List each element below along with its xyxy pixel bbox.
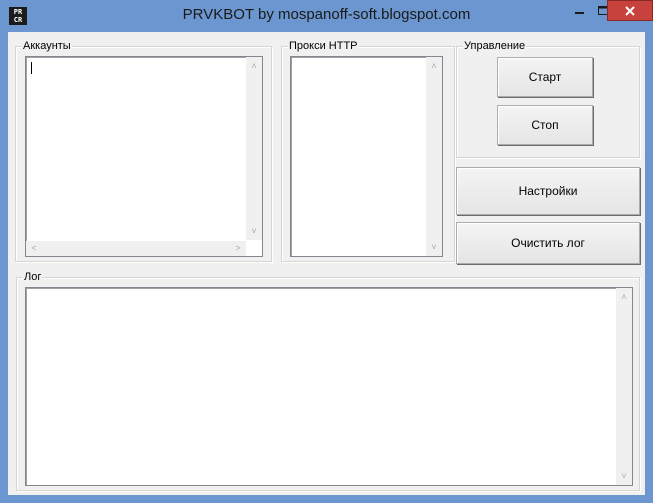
scroll-up-icon[interactable]: ˄ [616,292,632,302]
scroll-up-icon[interactable]: ˄ [426,61,442,71]
scroll-up-icon[interactable]: ˄ [246,61,262,71]
scroll-down-icon[interactable]: ˅ [616,471,632,481]
minimize-button[interactable] [567,0,592,22]
minimize-icon [574,12,584,14]
scroll-down-icon[interactable]: ˅ [426,242,442,252]
close-icon [625,5,635,16]
accounts-horizontal-scrollbar[interactable]: ˂ ˃ [26,241,246,256]
control-group: Управление Старт Стоп [456,39,640,158]
log-group: Лог ˄ ˅ [16,270,640,491]
proxy-group-label: Прокси HTTP [288,39,359,53]
proxy-group: Прокси HTTP ˄ ˅ [281,39,455,262]
log-textbox[interactable]: ˄ ˅ [25,287,633,486]
stop-button[interactable]: Стоп [497,105,593,145]
scroll-right-icon[interactable]: ˃ [230,243,246,253]
app-window: PR CR PRVKBOT by mospanoff-soft.blogspot… [0,0,653,503]
accounts-vertical-scrollbar[interactable]: ˄ ˅ [246,57,262,240]
accounts-group-label: Аккаунты [22,39,72,53]
accounts-group: Аккаунты ˄ ˅ ˂ ˃ [15,39,272,262]
settings-button[interactable]: Настройки [456,167,640,215]
client-area: Аккаунты ˄ ˅ ˂ ˃ Прокси HTTP ˄ ˅ Управле… [8,32,645,495]
proxy-textbox[interactable]: ˄ ˅ [290,56,443,257]
window-title: PRVKBOT by mospanoff-soft.blogspot.com [182,6,471,23]
maximize-icon [597,6,608,15]
accounts-textbox[interactable]: ˄ ˅ ˂ ˃ [25,56,263,257]
scroll-left-icon[interactable]: ˂ [26,243,42,253]
proxy-vertical-scrollbar[interactable]: ˄ ˅ [426,57,442,256]
scroll-down-icon[interactable]: ˅ [246,226,262,236]
log-vertical-scrollbar[interactable]: ˄ ˅ [616,288,632,485]
text-caret [31,62,32,74]
start-button[interactable]: Старт [497,57,593,97]
clear-log-button[interactable]: Очистить лог [456,222,640,264]
control-group-label: Управление [463,39,527,53]
close-button[interactable] [607,0,653,21]
log-group-label: Лог [23,270,43,284]
title-bar[interactable]: PR CR PRVKBOT by mospanoff-soft.blogspot… [0,0,653,32]
